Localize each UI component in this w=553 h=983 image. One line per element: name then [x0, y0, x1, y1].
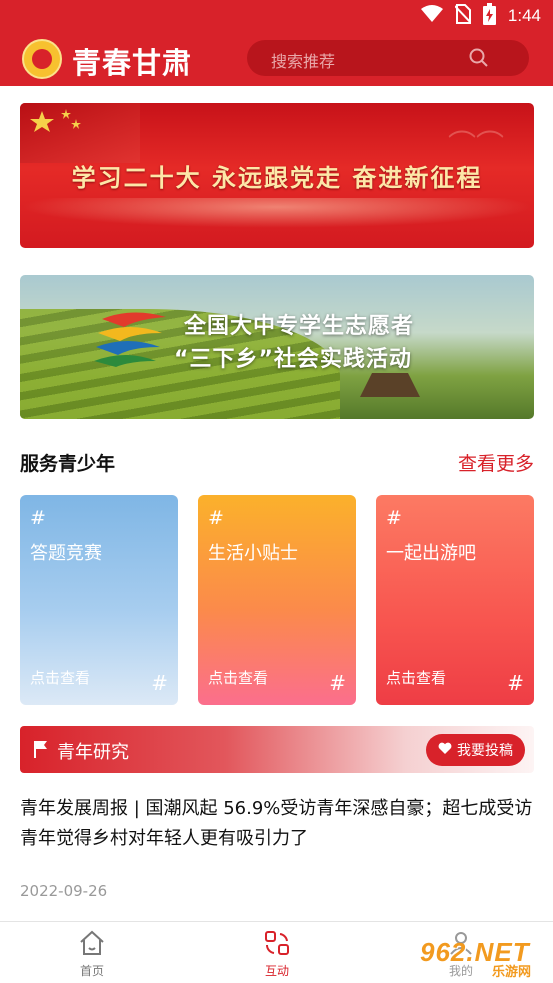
- hash-mark: #: [386, 507, 402, 529]
- news-date: 2022-09-26: [20, 882, 108, 900]
- doves-image: ⌒⌒: [447, 128, 504, 161]
- tab-interaction[interactable]: 互动: [237, 928, 317, 980]
- status-bar: 1:44: [0, 0, 553, 32]
- banner-line-1: 全国大中专学生志愿者: [184, 314, 415, 339]
- section-title-services: 服务青少年: [20, 453, 116, 475]
- banner-text: 学习二十大 永远跟党走 奋进新征程: [71, 164, 483, 192]
- status-icons: 1:44: [420, 3, 541, 29]
- card-label: 一起出游吧: [386, 543, 476, 564]
- card-quiz-competition[interactable]: # 答题竞赛 点击查看 #: [20, 495, 178, 705]
- search-bar[interactable]: 搜索推荐: [247, 40, 529, 76]
- card-sub: 点击查看: [208, 669, 269, 687]
- card-sub: 点击查看: [386, 669, 447, 687]
- submit-label: 我要投稿: [457, 743, 513, 759]
- card-sub: 点击查看: [30, 669, 91, 687]
- home-icon: [79, 930, 105, 960]
- status-time: 1:44: [507, 6, 541, 25]
- hash-mark-end: #: [151, 671, 168, 695]
- banner-study-20th-congress[interactable]: ⌒⌒ 学习二十大 永远跟党走 奋进新征程: [20, 103, 534, 248]
- banner-three-to-countryside[interactable]: 全国大中专学生志愿者 “三下乡”社会实践活动: [20, 275, 534, 419]
- tab-home[interactable]: 首页: [52, 928, 132, 980]
- hash-mark-end: #: [329, 671, 346, 695]
- interaction-icon: [264, 930, 290, 960]
- card-life-tips[interactable]: # 生活小贴士 点击查看 #: [198, 495, 356, 705]
- search-icon[interactable]: [469, 48, 489, 72]
- hash-mark: #: [208, 507, 224, 529]
- banner-line-2: “三下乡”社会实践活动: [174, 347, 412, 372]
- flag-icon: [33, 740, 49, 762]
- tab-label: 首页: [79, 964, 104, 978]
- hut-image: [360, 373, 420, 397]
- tab-label: 互动: [264, 964, 289, 978]
- card-travel-together[interactable]: # 一起出游吧 点击查看 #: [376, 495, 534, 705]
- youth-league-emblem-icon: [22, 39, 62, 79]
- watermark-sub: 乐游网: [492, 965, 532, 980]
- hash-mark: #: [30, 507, 46, 529]
- submit-article-button[interactable]: 我要投稿: [426, 734, 525, 766]
- wifi-icon: [420, 5, 443, 27]
- card-label: 答题竞赛: [30, 543, 102, 564]
- app-title: 青春甘肃: [72, 46, 193, 80]
- hash-mark-end: #: [507, 671, 524, 695]
- search-placeholder[interactable]: 搜索推荐: [271, 48, 335, 72]
- app-bar: 青春甘肃 搜索推荐: [0, 32, 553, 86]
- research-title: 青年研究: [57, 742, 129, 763]
- battery-charging-icon: [482, 3, 496, 29]
- view-more-link[interactable]: 查看更多: [458, 449, 534, 476]
- red-flag-image: [20, 103, 140, 163]
- site-watermark: 962.NET 乐游网: [416, 935, 546, 980]
- no-sim-icon: [454, 4, 472, 28]
- youth-research-header: 青年研究 我要投稿: [20, 726, 534, 773]
- news-title[interactable]: 青年发展周报 | 国潮风起 56.9%受访青年深感自豪；超七成受访青年觉得乡村对…: [20, 794, 535, 854]
- heart-icon: [438, 742, 452, 759]
- volunteer-emblem-icon: [94, 311, 170, 371]
- card-label: 生活小贴士: [208, 543, 298, 564]
